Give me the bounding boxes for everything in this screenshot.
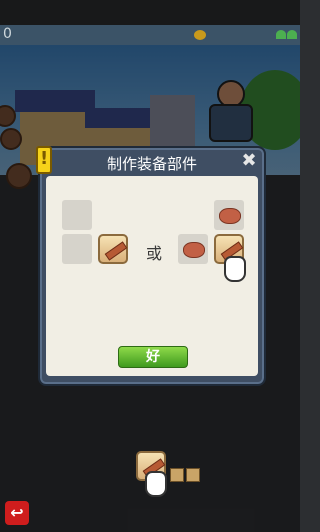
or-label: 或 — [146, 244, 163, 263]
heart-icon — [287, 30, 297, 39]
small-block-icon — [186, 468, 200, 482]
coin-icon — [194, 30, 206, 40]
empty-slot — [62, 234, 92, 264]
plank-icon — [104, 241, 128, 261]
heart-icon — [276, 30, 286, 39]
empty-slot — [62, 200, 92, 230]
score-counter: 0 — [3, 26, 12, 42]
small-block-icon — [170, 468, 184, 482]
stone-icon — [219, 208, 241, 224]
hud-bar — [0, 25, 300, 45]
ok-button[interactable]: 好 — [118, 346, 188, 368]
plank-tile[interactable] — [98, 234, 128, 264]
pointer-hand-icon — [224, 256, 246, 282]
dialog-title: 制作装备部件 — [106, 155, 197, 173]
pointer-hand-icon — [145, 471, 167, 497]
recipe-area: 或 好 — [46, 176, 258, 376]
craft-dialog: ! 制作装备部件 ✖ 或 好 — [36, 146, 266, 386]
back-button[interactable]: ↩ — [5, 501, 29, 525]
stone-icon — [183, 242, 205, 258]
stone-slot — [178, 234, 208, 264]
game-scene: 0 ! 制作装备部件 ✖ 或 好 ↩ — [0, 0, 300, 532]
close-button[interactable]: ✖ — [240, 152, 258, 170]
stone-slot — [214, 200, 244, 230]
